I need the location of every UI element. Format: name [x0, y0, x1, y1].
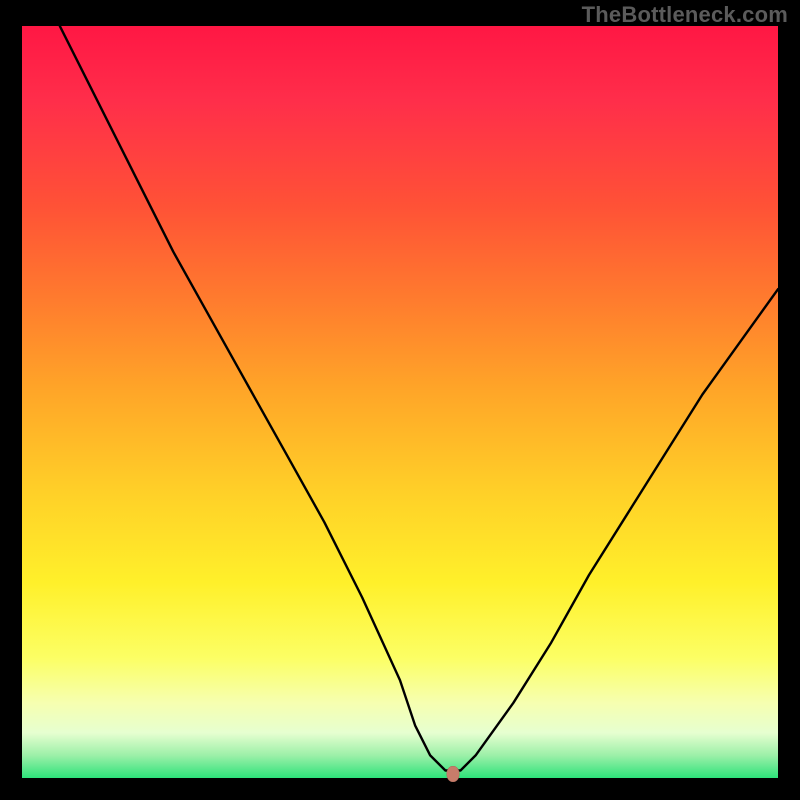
bottleneck-curve [60, 26, 778, 771]
plot-area [22, 26, 778, 778]
chart-frame: TheBottleneck.com [0, 0, 800, 800]
curve-svg [22, 26, 778, 778]
watermark-text: TheBottleneck.com [582, 2, 788, 28]
optimal-point-marker [446, 766, 459, 782]
